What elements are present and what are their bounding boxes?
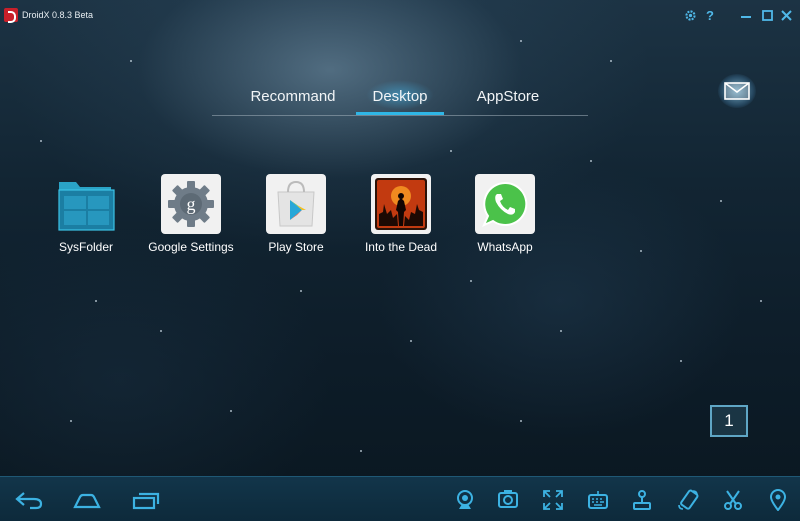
app-label: WhatsApp xyxy=(477,240,533,254)
into-the-dead-icon xyxy=(371,174,431,234)
mail-icon xyxy=(724,82,750,100)
help-icon[interactable]: ? xyxy=(702,7,718,23)
screenshot-icon[interactable] xyxy=(493,487,523,513)
window-title: DroidX 0.8.3 Beta xyxy=(22,10,94,20)
webcam-icon[interactable] xyxy=(450,487,480,513)
tab-label: Desktop xyxy=(372,87,428,105)
whatsapp-icon xyxy=(475,174,535,234)
fullscreen-icon[interactable] xyxy=(538,487,568,513)
page-indicator[interactable]: 1 xyxy=(710,405,748,437)
play-store-icon xyxy=(266,174,326,234)
back-icon[interactable] xyxy=(14,487,44,513)
keyboard-icon[interactable] xyxy=(583,487,613,513)
bottom-toolbar xyxy=(0,476,800,521)
location-icon[interactable] xyxy=(763,487,793,513)
app-google-settings[interactable]: g Google Settings xyxy=(141,174,241,254)
svg-text:g: g xyxy=(187,194,196,214)
app-label: Into the Dead xyxy=(364,240,438,254)
joystick-icon[interactable] xyxy=(627,487,657,513)
app-sysfolder[interactable]: SysFolder xyxy=(36,174,136,254)
app-logo-icon xyxy=(4,8,18,23)
mail-button[interactable] xyxy=(718,74,756,108)
app-label: Play Store xyxy=(268,240,324,254)
close-icon[interactable] xyxy=(778,7,794,23)
app-label: Google Settings xyxy=(148,240,234,254)
gear-icon[interactable] xyxy=(682,7,698,23)
app-play-store[interactable]: Play Store xyxy=(246,174,346,254)
launcher-tabs: Recommand Desktop AppStore xyxy=(212,78,588,116)
window-titlebar: DroidX 0.8.3 Beta ? xyxy=(0,0,800,30)
folder-icon xyxy=(56,174,116,234)
recent-apps-icon[interactable] xyxy=(131,487,161,513)
tab-label: AppStore xyxy=(476,87,540,105)
tab-label: Recommand xyxy=(250,87,336,105)
home-icon[interactable] xyxy=(72,487,102,513)
app-label: SysFolder xyxy=(58,240,114,254)
scissors-icon[interactable] xyxy=(718,487,748,513)
app-whatsapp[interactable]: WhatsApp xyxy=(455,174,555,254)
rotate-icon[interactable] xyxy=(673,487,703,513)
tabs-divider xyxy=(212,115,588,116)
tab-desktop[interactable]: Desktop xyxy=(356,78,444,115)
tab-appstore[interactable]: AppStore xyxy=(462,78,554,114)
emulator-screen: DroidX 0.8.3 Beta ? Recommand Desktop Ap… xyxy=(0,0,800,521)
google-settings-icon: g xyxy=(161,174,221,234)
minimize-icon[interactable] xyxy=(738,7,754,23)
app-into-the-dead[interactable]: Into the Dead xyxy=(351,174,451,254)
tab-recommand[interactable]: Recommand xyxy=(237,78,349,114)
maximize-icon[interactable] xyxy=(759,7,775,23)
